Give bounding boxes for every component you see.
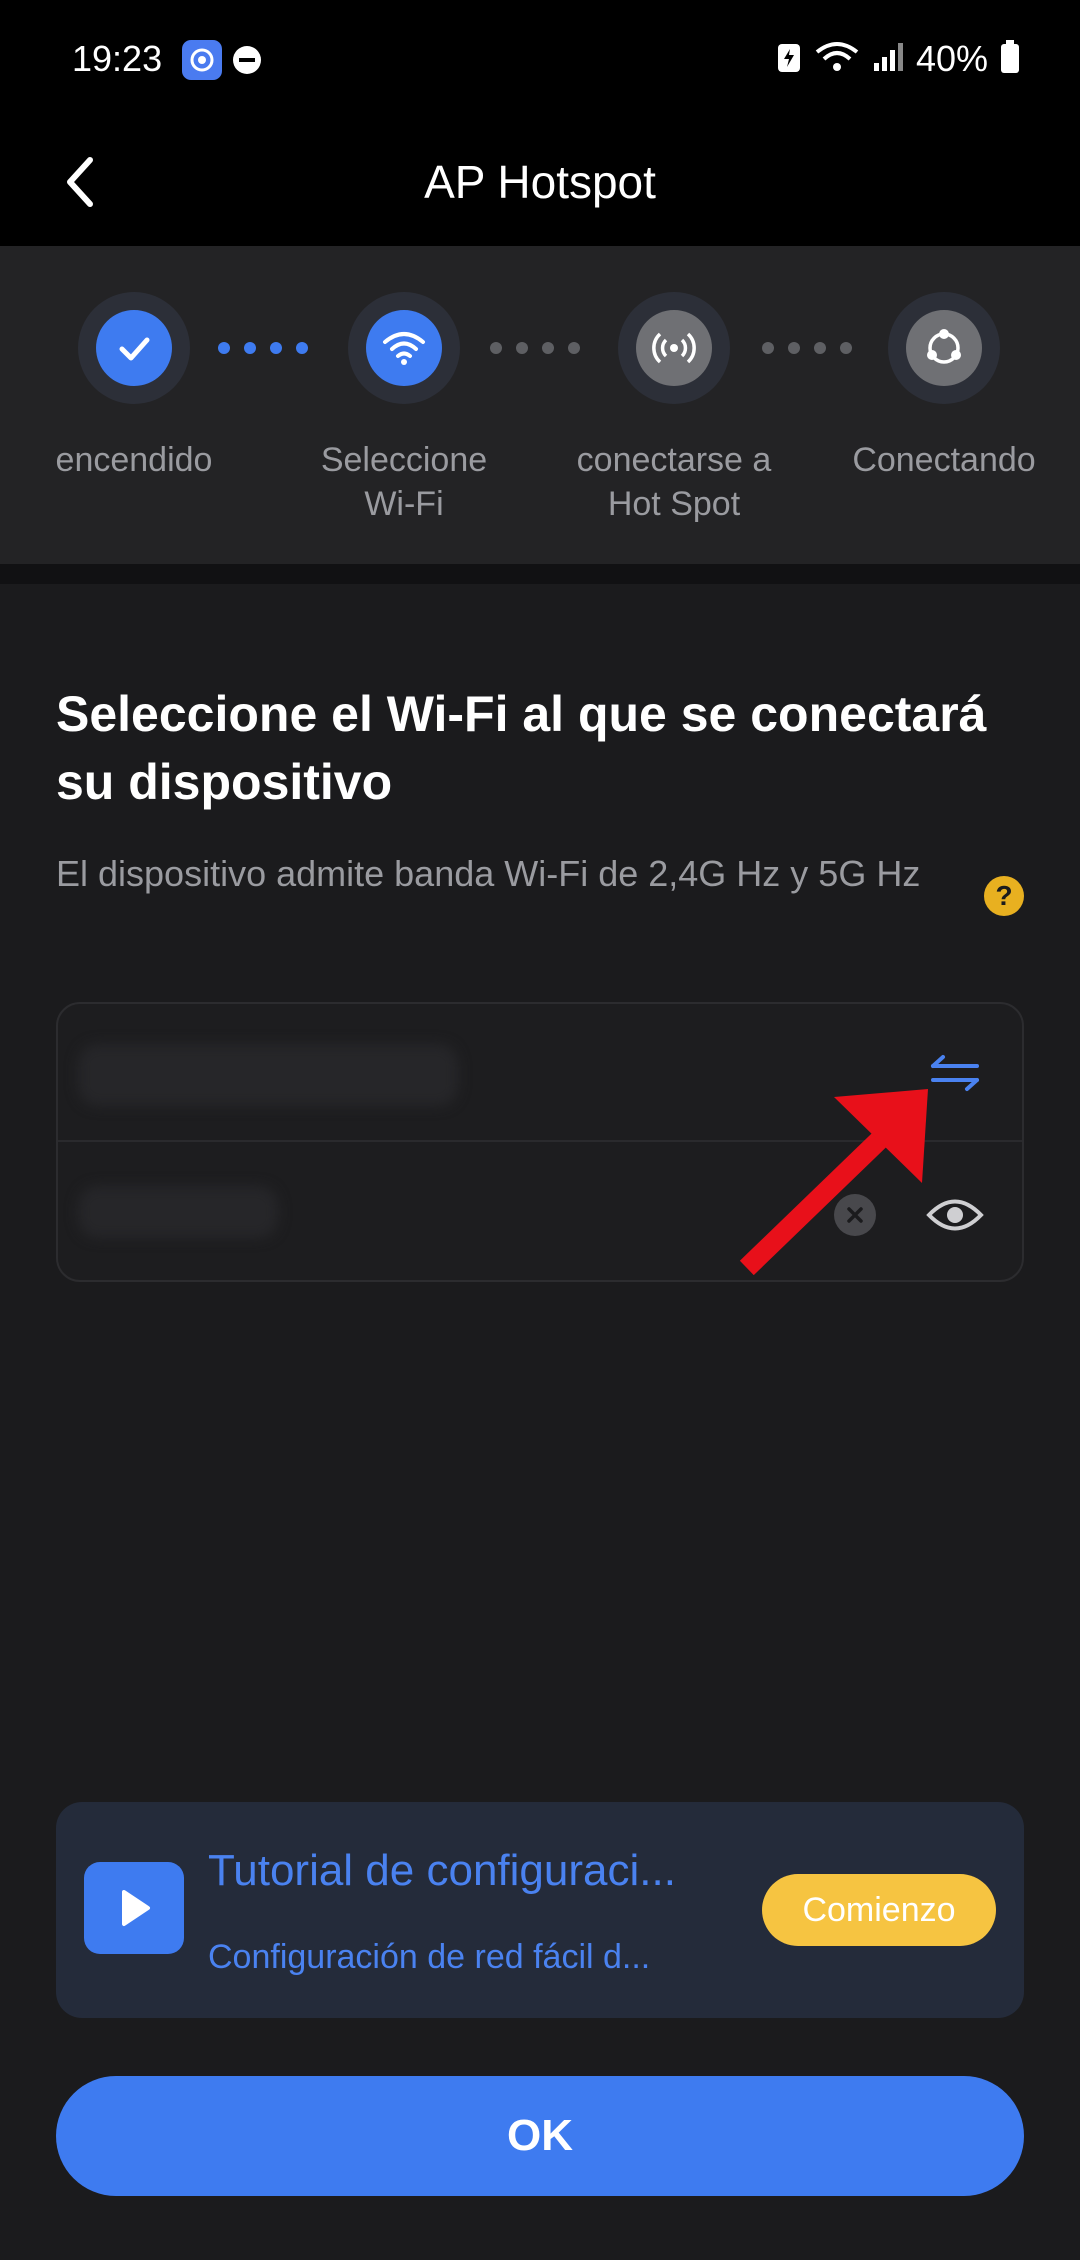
app-notification-icon [182, 40, 222, 80]
app-header: AP Hotspot [0, 118, 1080, 246]
step-label: Conectando [852, 441, 1036, 479]
signal-icon [872, 41, 904, 78]
tutorial-subtitle: Configuración de red fácil d... [208, 1938, 651, 1976]
do-not-disturb-icon [232, 45, 262, 75]
status-right: 40% [776, 38, 1020, 80]
ssid-input[interactable] [80, 1038, 840, 1108]
step-label: conectarse a Hot Spot [576, 441, 772, 523]
step-connector [218, 342, 308, 354]
step-select-wifi: Seleccione Wi-Fi [304, 292, 504, 526]
step-connecting: Conectando [844, 292, 1044, 482]
wifi-status-icon [814, 40, 860, 79]
play-icon [122, 1890, 150, 1926]
annotation-arrow-icon [740, 1089, 928, 1275]
ok-button[interactable]: OK [56, 2076, 1024, 2196]
play-video-tile[interactable] [84, 1862, 184, 1954]
battery-percent: 40% [915, 38, 988, 79]
connecting-icon [927, 329, 961, 364]
battery-saver-icon [776, 40, 802, 79]
section-divider [0, 564, 1080, 584]
step-powered-on: encendido [34, 292, 234, 482]
step-connector [762, 342, 852, 354]
step-connector [490, 342, 580, 354]
page-title: AP Hotspot [424, 156, 656, 208]
tutorial-title: Tutorial de configuraci... [208, 1846, 676, 1895]
status-time: 19:23 [72, 38, 163, 79]
page-heading: Seleccione el Wi-Fi al que se conectará … [56, 686, 987, 810]
battery-icon [1000, 39, 1020, 79]
check-icon [119, 337, 150, 361]
status-bar: 19:23 40% [0, 0, 1080, 118]
step-connect-hotspot: conectarse a Hot Spot [574, 292, 774, 526]
step-label: Seleccione Wi-Fi [320, 441, 488, 523]
band-support-text: El dispositivo admite banda Wi-Fi de 2,4… [56, 853, 921, 894]
setup-stepper: encendido Seleccione Wi-Fi conectarse a … [0, 246, 1080, 564]
tutorial-card[interactable]: Tutorial de configuraci... Configuración… [56, 1802, 1024, 2018]
password-input[interactable] [80, 1176, 840, 1246]
step-label: encendido [55, 441, 213, 479]
start-tutorial-button[interactable]: Comienzo [762, 1874, 996, 1946]
wifi-icon [383, 332, 425, 365]
hotspot-icon [652, 332, 696, 364]
help-icon[interactable]: ? [984, 876, 1024, 916]
